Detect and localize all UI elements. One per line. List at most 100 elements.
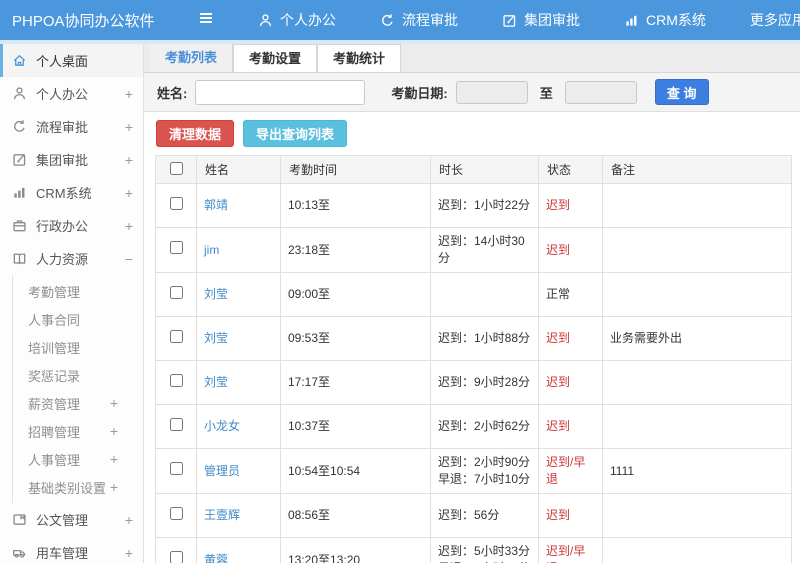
employee-name-link[interactable]: jim: [204, 243, 219, 257]
sidebar-subitem-attendance-management[interactable]: 考勤管理: [13, 277, 143, 305]
duration-cell: 迟到：9小时28分: [430, 360, 539, 405]
nav-personal-office[interactable]: 个人办公: [258, 10, 336, 30]
sidebar-subitem-reward-punishment[interactable]: 奖惩记录: [13, 361, 143, 389]
sidebar-item-personal-desktop[interactable]: 个人桌面: [0, 44, 143, 77]
row-checkbox[interactable]: [169, 506, 183, 520]
duration-line: 迟到：2小时62分: [438, 419, 531, 433]
nav-process-approval[interactable]: 流程审批: [380, 10, 458, 30]
expand-plus-icon[interactable]: +: [110, 423, 118, 439]
employee-name-link[interactable]: 刘莹: [204, 287, 228, 301]
sidebar-subitem-training-management[interactable]: 培训管理: [13, 333, 143, 361]
search-button[interactable]: 查 询: [654, 79, 709, 105]
date-to-input[interactable]: [564, 80, 637, 104]
expand-plus-icon[interactable]: +: [125, 119, 133, 135]
attendance-time-cell: 09:53至: [280, 316, 431, 361]
table-row: 王壹辉 08:56至 迟到：56分 迟到: [155, 493, 792, 538]
sidebar-item-crm-system[interactable]: CRM系统 +: [0, 176, 143, 209]
status-badge: 迟到: [546, 198, 571, 212]
name-label: 姓名:: [157, 85, 188, 101]
tab-attendance-list[interactable]: 考勤列表: [150, 44, 234, 72]
sidebar-subitem-salary-management[interactable]: 薪资管理 +: [13, 389, 143, 417]
sidebar-item-human-resources[interactable]: 人力资源 −: [0, 242, 143, 275]
clean-data-button[interactable]: 清理数据: [156, 120, 235, 147]
sidebar-subitem-label: 培训管理: [28, 340, 81, 356]
employee-name-link[interactable]: 黄蓉: [204, 553, 228, 563]
duration-line: 迟到：1小时88分: [438, 331, 531, 345]
duration-line: 迟到：9小时28分: [438, 375, 531, 389]
status-cell: 正常: [538, 272, 603, 317]
sidebar-subitem-base-category-settings[interactable]: 基础类别设置 +: [13, 473, 143, 501]
status-badge: 迟到: [546, 419, 571, 433]
sidebar-item-label: 个人桌面: [36, 54, 89, 69]
sidebar-toggle-button[interactable]: [198, 11, 214, 30]
column-header-status: 状态: [538, 155, 603, 184]
employee-name-link[interactable]: 王壹辉: [204, 508, 240, 522]
sidebar-item-document-management[interactable]: 公文管理 +: [0, 503, 143, 536]
sidebar-subitem-personnel-management[interactable]: 人事管理 +: [13, 445, 143, 473]
sidebar-item-admin-office[interactable]: 行政办公 +: [0, 209, 143, 242]
row-checkbox[interactable]: [169, 285, 183, 299]
tab-attendance-statistics[interactable]: 考勤统计: [317, 44, 402, 72]
remark-cell: 1111: [602, 448, 792, 494]
export-list-button[interactable]: 导出查询列表: [243, 120, 348, 147]
table-row: 黄蓉 13:20至13:20迟到：5小时33分早退：4小时67分迟到/早退: [155, 537, 792, 563]
duration-cell: 迟到：2小时90分 早退：7小时10分: [430, 448, 539, 494]
sidebar-subitem-personnel-contract[interactable]: 人事合同: [13, 305, 143, 333]
remark-cell: [602, 360, 792, 405]
sidebar-item-personal-office[interactable]: 个人办公 +: [0, 77, 143, 110]
duration-cell: 迟到：14小时30分: [430, 227, 539, 273]
row-select-cell: [155, 404, 197, 449]
employee-name-link[interactable]: 郭靖: [204, 198, 228, 212]
name-cell: 刘莹: [196, 360, 281, 405]
sidebar: 个人桌面 个人办公 + 流程审批 + 集团审批 + CRM系统 + 行政办公 +…: [0, 44, 144, 563]
tab-attendance-settings[interactable]: 考勤设置: [233, 44, 318, 72]
row-checkbox[interactable]: [169, 462, 183, 475]
row-checkbox[interactable]: [169, 196, 183, 210]
select-all-checkbox[interactable]: [169, 161, 183, 175]
expand-plus-icon[interactable]: +: [110, 395, 118, 411]
name-filter-input[interactable]: [195, 79, 366, 105]
expand-plus-icon[interactable]: +: [125, 545, 133, 561]
nav-crm-system[interactable]: CRM系统: [624, 10, 706, 30]
expand-plus-icon[interactable]: +: [125, 152, 133, 168]
chart-icon: [12, 185, 28, 200]
employee-name-link[interactable]: 刘莹: [204, 331, 228, 345]
nav-group-approval[interactable]: 集团审批: [502, 10, 580, 30]
attendance-table-body: 郭靖 10:13至 迟到：1小时22分 迟到 jim 23:18至 迟到：14小时30分 迟到…: [155, 183, 792, 563]
row-checkbox[interactable]: [169, 417, 183, 431]
row-checkbox[interactable]: [169, 329, 183, 343]
table-row: 管理员 10:54至10:54 迟到：2小时90分 早退：7小时10分 迟到/早退 111…: [155, 448, 792, 494]
status-badge: 正常: [546, 287, 571, 301]
expand-plus-icon[interactable]: +: [110, 451, 118, 467]
sidebar-item-vehicle-management[interactable]: 用车管理 +: [0, 536, 143, 563]
expand-plus-icon[interactable]: +: [125, 512, 133, 528]
row-checkbox[interactable]: [169, 373, 183, 387]
expand-plus-icon[interactable]: +: [110, 479, 118, 495]
employee-name-link[interactable]: 刘莹: [204, 375, 228, 389]
sidebar-item-group-approval[interactable]: 集团审批 +: [0, 143, 143, 176]
sidebar-subitem-recruitment-management[interactable]: 招聘管理 +: [13, 417, 143, 445]
collapse-minus-icon[interactable]: −: [125, 251, 133, 267]
hamburger-icon: [198, 11, 214, 30]
name-cell: 黄蓉: [196, 537, 281, 563]
attendance-time-cell: 23:18至: [280, 227, 431, 273]
date-from-input[interactable]: [455, 80, 528, 104]
nav-more-apps[interactable]: 更多应用: [750, 10, 800, 30]
expand-plus-icon[interactable]: +: [125, 218, 133, 234]
select-all-cell: [155, 155, 197, 184]
employee-name-link[interactable]: 管理员: [204, 464, 240, 478]
column-header-duration: 时长: [430, 155, 539, 184]
sidebar-subitem-label: 奖惩记录: [28, 368, 81, 384]
column-header-remark: 备注: [602, 155, 792, 184]
attendance-time-cell: 10:37至: [280, 404, 431, 449]
name-cell: 管理员: [196, 448, 281, 494]
row-checkbox[interactable]: [169, 551, 183, 563]
remark-cell: [602, 227, 792, 273]
row-checkbox[interactable]: [169, 241, 183, 254]
expand-plus-icon[interactable]: +: [125, 86, 133, 102]
attendance-time-cell: 08:56至: [280, 493, 431, 538]
row-select-cell: [155, 493, 197, 538]
expand-plus-icon[interactable]: +: [125, 185, 133, 201]
sidebar-item-process-approval[interactable]: 流程审批 +: [0, 110, 143, 143]
employee-name-link[interactable]: 小龙女: [204, 419, 240, 433]
